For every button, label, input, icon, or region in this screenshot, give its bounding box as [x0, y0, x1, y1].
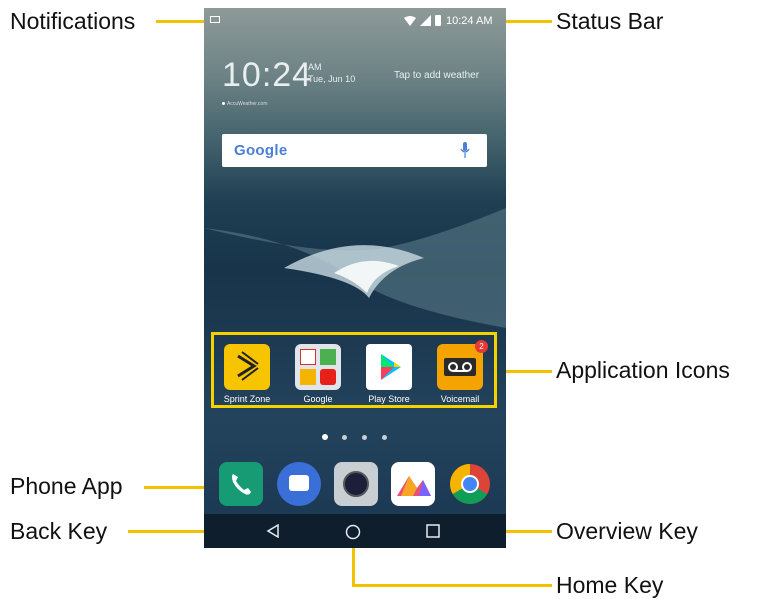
maps-mini-icon [320, 349, 336, 365]
page-dot [382, 435, 387, 440]
app-label: Sprint Zone [223, 394, 271, 404]
google-logo: Google [234, 142, 288, 159]
page-dot-active [322, 434, 328, 440]
app-voicemail[interactable]: 2 Voicemail [430, 340, 490, 404]
leader-notifications [156, 20, 206, 23]
home-key-icon[interactable] [345, 524, 361, 540]
microphone-icon[interactable] [460, 142, 470, 159]
weather-source: AccuWeather.com [222, 101, 267, 107]
leader-home-key [352, 584, 552, 587]
signal-icon [420, 15, 431, 26]
clock-date: Tue, Jun 10 [308, 74, 356, 84]
play-store-icon [366, 344, 412, 390]
leader-home-key-vertical [352, 542, 355, 586]
google-search-bar[interactable]: Google [222, 134, 487, 167]
sprint-logo-glyph [237, 351, 259, 381]
app-label: Play Store [368, 394, 410, 404]
label-home-key: Home Key [556, 572, 664, 598]
clock-ampm: AM [308, 62, 322, 72]
messaging-icon[interactable] [277, 462, 321, 506]
wallpaper-swirl [204, 208, 506, 328]
photos-mini-icon [300, 369, 316, 385]
gallery-icon[interactable] [391, 462, 435, 506]
app-label: Google [303, 394, 333, 404]
wifi-icon [404, 16, 416, 26]
gmail-mini-icon [300, 349, 316, 365]
clock-time: 10:24 [222, 56, 313, 94]
app-google-folder[interactable]: Google [288, 344, 348, 404]
chrome-glyph [450, 464, 490, 504]
weather-source-dot [222, 102, 225, 105]
app-play-store[interactable]: Play Store [359, 344, 419, 404]
notification-message-icon[interactable] [210, 16, 220, 23]
back-key-icon[interactable] [266, 524, 280, 538]
label-phone-app: Phone App [10, 473, 123, 499]
label-status-bar: Status Bar [556, 8, 664, 34]
message-bubble-glyph [289, 475, 309, 491]
chrome-icon[interactable] [448, 462, 492, 506]
status-bar[interactable]: 10:24 AM [204, 8, 506, 34]
leader-status-bar [500, 20, 552, 23]
label-overview-key: Overview Key [556, 518, 698, 544]
voicemail-badge: 2 [475, 340, 488, 353]
app-sprint-zone[interactable]: Sprint Zone [217, 344, 277, 404]
play-triangle-glyph [381, 354, 401, 380]
label-application-icons: Application Icons [556, 357, 730, 383]
page-dot [342, 435, 347, 440]
battery-icon [435, 15, 441, 26]
gallery-glyph [397, 476, 431, 496]
sprint-zone-icon [224, 344, 270, 390]
camera-icon[interactable] [334, 462, 378, 506]
app-label: Voicemail [440, 394, 480, 404]
google-folder-icon [295, 344, 341, 390]
page-dot [362, 435, 367, 440]
youtube-mini-icon [320, 369, 336, 385]
camera-lens-glyph [343, 471, 369, 497]
label-back-key: Back Key [10, 518, 108, 544]
weather-source-text: AccuWeather.com [227, 101, 268, 107]
voicemail-icon: 2 [437, 340, 488, 390]
overview-key-icon[interactable] [426, 524, 440, 538]
weather-prompt[interactable]: Tap to add weather [394, 70, 479, 81]
label-notifications: Notifications [10, 8, 136, 34]
phone-icon[interactable] [219, 462, 263, 506]
handset-glyph [232, 474, 251, 495]
phone-screen: 10:24 AM 10:24 AM Tue, Jun 10 Tap to add… [204, 8, 506, 548]
navigation-bar [204, 514, 506, 548]
status-time: 10:24 AM [446, 15, 493, 27]
